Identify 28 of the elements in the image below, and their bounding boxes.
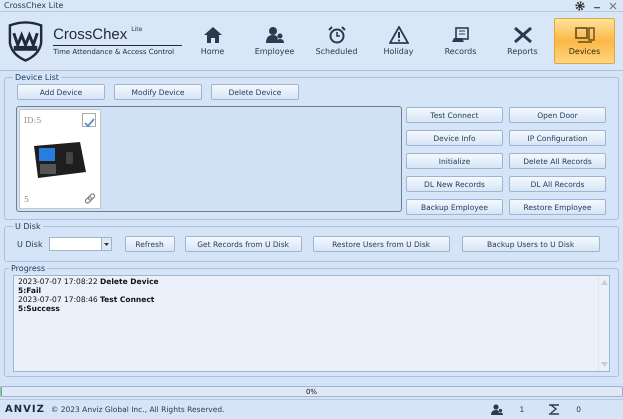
field-label: U Disk: [17, 240, 43, 248]
brand-logo: ANVIZ: [5, 404, 45, 415]
nav-tab[interactable]: Holiday: [368, 18, 429, 64]
checkbox[interactable]: [82, 113, 96, 127]
people-icon: [264, 26, 284, 44]
settings-icon[interactable]: [575, 0, 585, 10]
device-id: ID:5: [24, 116, 42, 124]
section-title: Progress: [10, 264, 46, 273]
close-icon[interactable]: [609, 2, 617, 10]
alarm-clock-icon: [326, 26, 346, 44]
app-name: CrossChex: [53, 26, 128, 43]
window-title: CrossChex Lite: [4, 1, 64, 10]
people-icon: [491, 404, 504, 415]
nav-tab[interactable]: Records: [430, 18, 491, 64]
warning-icon: [388, 26, 408, 44]
house-icon: [202, 26, 222, 44]
nav-tab[interactable]: Devices: [554, 18, 615, 64]
shield-logo-icon: [6, 19, 46, 63]
device-name: 5: [24, 194, 30, 204]
nav-tab[interactable]: Scheduled: [306, 18, 367, 64]
section-title: Device List: [14, 73, 60, 82]
caret-icon: [104, 242, 109, 246]
device-card[interactable]: ID:5 5: [19, 109, 101, 209]
dropdown[interactable]: [48, 237, 112, 251]
nav-tab[interactable]: Employee: [244, 18, 305, 64]
nav-tab[interactable]: Home: [182, 18, 243, 64]
section-title: U Disk: [14, 222, 42, 231]
nav-tab[interactable]: Reports: [492, 18, 553, 64]
